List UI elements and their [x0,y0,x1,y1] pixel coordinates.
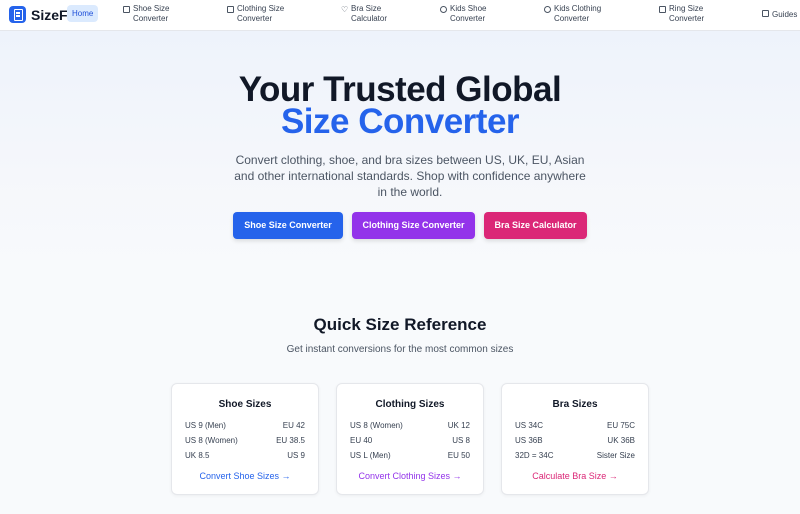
table-row: EU 40 US 8 [350,436,470,445]
nav-shoe-size-converter[interactable]: Shoe Size Converter [123,4,169,24]
quick-reference-title: Quick Size Reference [313,315,487,334]
hero-subtitle: Convert clothing, shoe, and bra sizes be… [234,153,586,199]
shirt-icon [227,6,234,13]
nav-bra-size-calculator[interactable]: ♡ Bra Size Calculator [341,4,387,24]
book-icon [762,10,769,17]
heart-icon: ♡ [341,5,349,14]
table-row: US 8 (Women) UK 12 [350,421,470,430]
bra-sizes-card: Bra Sizes US 34C EU 75C US 36B UK 36B 32D … [501,383,649,495]
card-title: Shoe Sizes [218,399,272,410]
card-title: Bra Sizes [552,399,598,410]
ruler-icon [123,6,130,13]
card-title: Clothing Sizes [375,399,445,410]
table-row: US 36B UK 36B [515,436,635,445]
nav-home[interactable]: Home [67,5,99,22]
table-row: 32D = 34C Sister Size [515,451,635,460]
nav-ring-size-converter[interactable]: Ring Size Converter [659,4,704,24]
bra-size-calculator-button[interactable]: Bra Size Calculator [484,212,587,239]
shoe-sizes-card: Shoe Sizes US 9 (Men) EU 42 US 8 (Women) E… [171,383,319,495]
table-row: US L (Men) EU 50 [350,451,470,460]
clothing-sizes-card: Clothing Sizes US 8 (Women) UK 12 EU 40 US… [336,383,484,495]
convert-shoe-sizes-link[interactable]: Convert Shoe Sizes → [172,471,318,481]
table-row: US 8 (Women) EU 38.5 [185,436,305,445]
quick-reference-subtitle: Get instant conversions for the most com… [286,344,514,355]
baby-icon [544,6,551,13]
hero-section: Your Trusted Global Size Converter Conve… [0,31,800,271]
convert-clothing-sizes-link[interactable]: Convert Clothing Sizes → [337,471,483,481]
calculate-bra-size-link[interactable]: Calculate Bra Size → [502,471,648,481]
nav-kids-clothing-converter[interactable]: Kids Clothing Converter [544,4,601,24]
logo-icon[interactable] [9,6,26,23]
baby-icon [440,6,447,13]
ruler-icon [659,6,666,13]
hero-title-line2: Size Converter [280,102,520,141]
nav-guides[interactable]: Guides [762,10,797,20]
table-row: US 34C EU 75C [515,421,635,430]
nav-clothing-size-converter[interactable]: Clothing Size Converter [227,4,284,24]
table-row: US 9 (Men) EU 42 [185,421,305,430]
nav-kids-shoe-converter[interactable]: Kids Shoe Converter [440,4,486,24]
top-navbar: SizeFit Home Shoe Size Converter Clothin… [0,0,800,31]
clothing-size-converter-button[interactable]: Clothing Size Converter [352,212,475,239]
table-row: UK 8.5 US 9 [185,451,305,460]
shoe-size-converter-button[interactable]: Shoe Size Converter [233,212,343,239]
